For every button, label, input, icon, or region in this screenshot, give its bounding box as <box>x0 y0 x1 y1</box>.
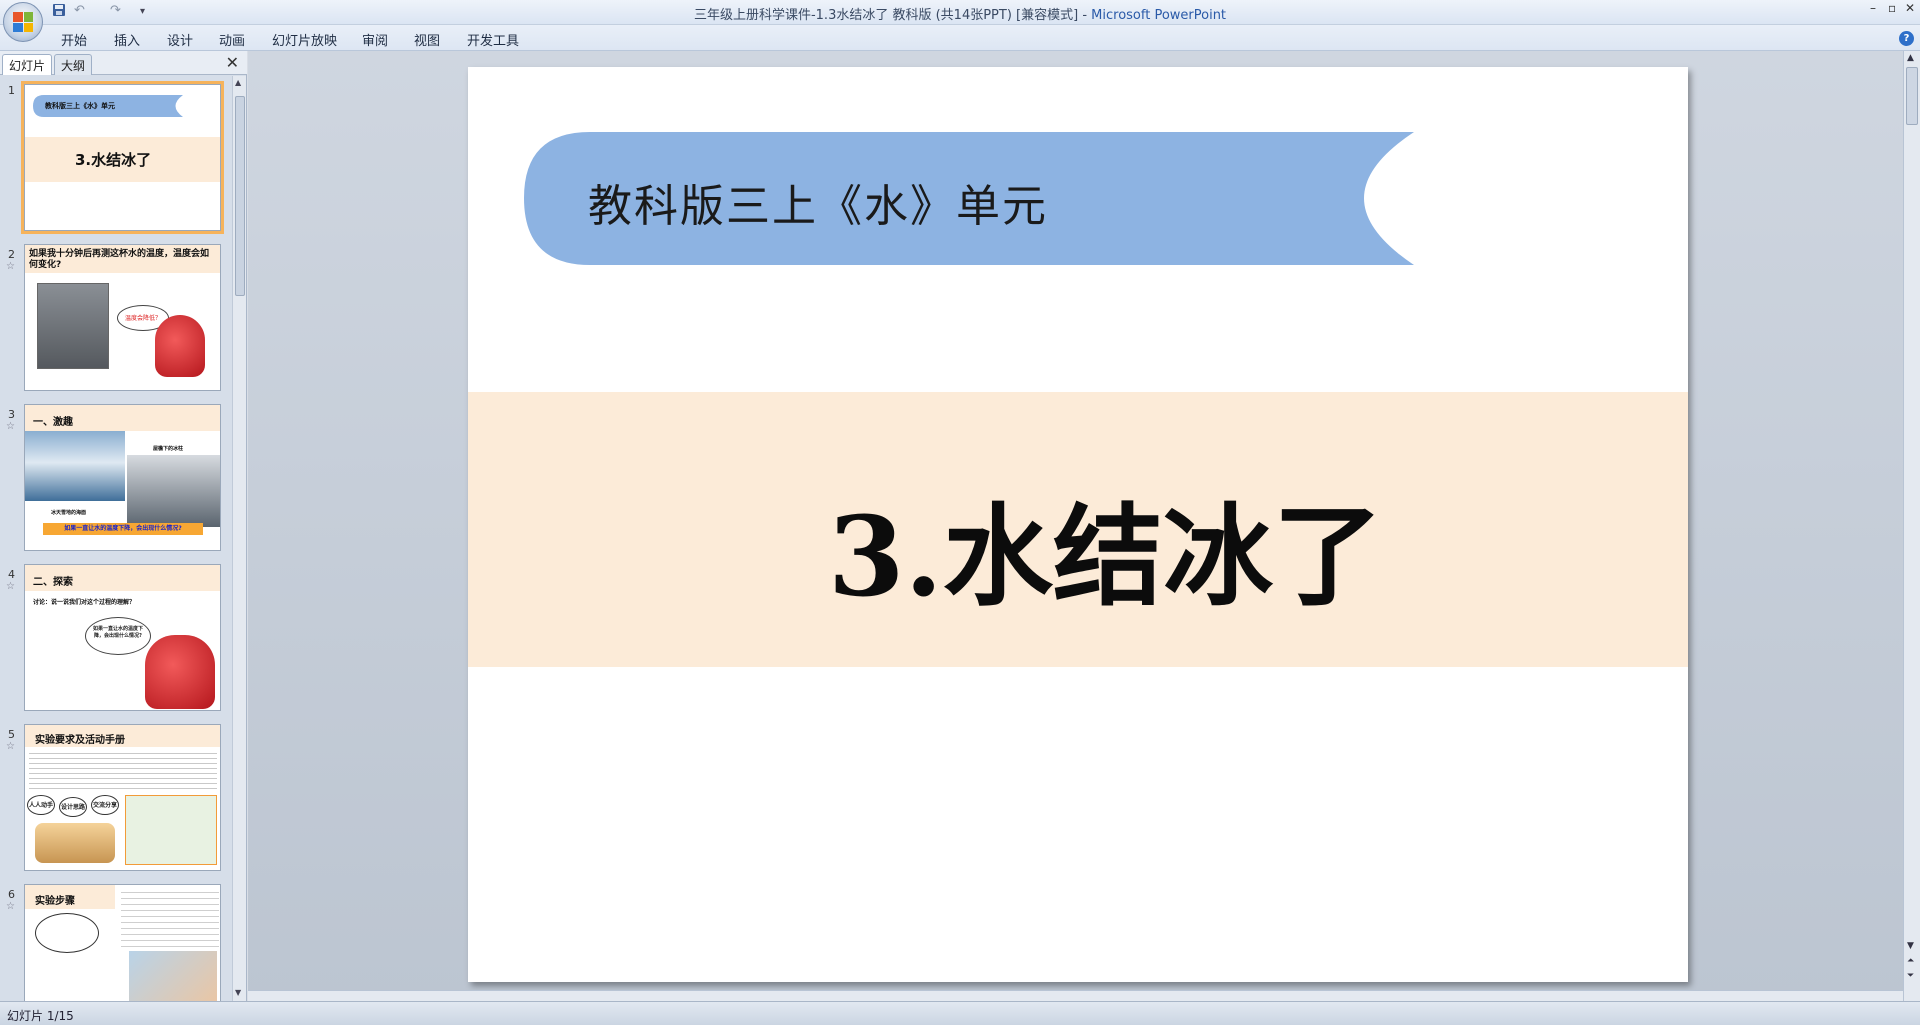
animation-star-icon: ☆ <box>6 261 15 272</box>
tab-insert[interactable]: 插入 <box>114 30 140 49</box>
speech-bubble: 设计思路 <box>59 797 87 817</box>
thumbnail-title: 实验要求及活动手册 <box>35 735 125 746</box>
document-title: 三年级上册科学课件-1.3水结冰了 教科版 (共14张PPT) [兼容模式] <box>693 8 1079 23</box>
scroll-thumb[interactable] <box>235 96 245 296</box>
sea-ice-image <box>25 431 125 501</box>
tab-view[interactable]: 视图 <box>414 30 440 49</box>
text-lines <box>29 749 217 789</box>
tab-home[interactable]: 开始 <box>61 30 87 49</box>
horizontal-scrollbar[interactable] <box>248 990 1903 1001</box>
speech-bubble: 人人动手 <box>27 795 55 815</box>
children-image <box>35 823 115 863</box>
scroll-up-icon[interactable]: ▲ <box>1907 53 1914 63</box>
office-button[interactable] <box>3 2 43 42</box>
thumbnail-subtitle: 讨论：说一说我们对这个过程的理解？ <box>33 599 136 606</box>
status-bar: 幻灯片 1/15 <box>0 1001 1920 1025</box>
thumbnail-title: 3.水结冰了 <box>75 151 152 169</box>
thumbnail-scrollbar[interactable]: ▲ ▼ <box>232 76 246 1001</box>
experiment-image <box>129 951 217 1001</box>
previous-slide-icon[interactable]: ⏶ <box>1907 956 1914 966</box>
window-title: 三年级上册科学课件-1.3水结冰了 教科版 (共14张PPT) [兼容模式] -… <box>693 8 1227 23</box>
animation-star-icon: ☆ <box>6 421 15 432</box>
tab-outline[interactable]: 大纲 <box>54 54 93 75</box>
thumbnail-title: 实验步骤 <box>35 896 75 907</box>
scroll-down-icon[interactable]: ▼ <box>1907 941 1914 951</box>
scroll-up-icon[interactable]: ▲ <box>235 78 241 87</box>
office-logo-icon <box>13 12 33 32</box>
title-bar: ↶ ↷ ▾ 三年级上册科学课件-1.3水结冰了 教科版 (共14张PPT) [兼… <box>0 0 1920 25</box>
worksheet-image <box>125 795 217 865</box>
thumbnail-slide-4[interactable]: 二、探索 讨论：说一说我们对这个过程的理解？ 如果一直让水的温度下降，会出现什么… <box>24 564 221 711</box>
slides-panel: 幻灯片 大纲 ✕ 1 教科版三上《水》单元 3.水结冰了 2 ☆ 如果我十分钟后… <box>0 51 247 1001</box>
thumbnail-title: 二、探索 <box>33 577 73 588</box>
speech-bubble <box>35 913 99 953</box>
close-icon[interactable]: ✕ <box>226 53 239 72</box>
animation-star-icon: ☆ <box>6 901 15 912</box>
thumbnail-number: 2 <box>8 248 15 261</box>
tab-developer[interactable]: 开发工具 <box>467 30 519 49</box>
speech-bubble: 交流分享 <box>91 795 119 815</box>
tab-slides[interactable]: 幻灯片 <box>2 54 53 75</box>
next-slide-icon[interactable]: ⏷ <box>1907 971 1914 981</box>
tab-slideshow[interactable]: 幻灯片放映 <box>272 30 337 49</box>
beaker-image <box>37 283 109 369</box>
image-caption: 冰天雪地的海面 <box>51 510 87 516</box>
tab-design[interactable]: 设计 <box>167 30 193 49</box>
scroll-thumb[interactable] <box>1906 67 1918 125</box>
panel-tabs: 幻灯片 大纲 ✕ <box>0 51 247 75</box>
phone-figure-image <box>155 315 205 377</box>
thumbnail-title: 一、激趣 <box>33 417 73 428</box>
tab-animations[interactable]: 动画 <box>219 30 245 49</box>
thumbnail-slide-6[interactable]: 实验步骤 <box>24 884 221 1001</box>
slide-canvas[interactable]: 教科版三上《水》单元 3.水结冰了 <box>468 67 1688 982</box>
phone-figure-image <box>145 635 215 709</box>
help-icon[interactable]: ? <box>1899 31 1914 46</box>
slide-scrollbar[interactable]: ▲ ▼ ⏶ ⏷ <box>1903 51 1920 1001</box>
banner-text[interactable]: 教科版三上《水》单元 <box>588 170 1048 234</box>
thumbnail-number: 3 <box>8 408 15 421</box>
thumbnail-slide-2[interactable]: 如果我十分钟后再测这杯水的温度，温度会如何变化? 温度会降低？ <box>24 244 221 391</box>
image-caption: 屋檐下的冰柱 <box>153 446 184 452</box>
ribbon-tabs: 开始 插入 设计 动画 幻灯片放映 审阅 视图 开发工具 ? <box>0 25 1920 51</box>
speech-bubble: 如果一直让水的温度下降，会出现什么情况? <box>85 617 151 655</box>
restore-button[interactable]: ▫ <box>1888 1 1896 15</box>
question-strip: 如果一直让水的温度下降，会出现什么情况? <box>43 523 203 535</box>
thumbnail-number: 6 <box>8 888 15 901</box>
thumbnail-list: 1 教科版三上《水》单元 3.水结冰了 2 ☆ 如果我十分钟后再测这杯水的温度，… <box>0 76 232 1001</box>
animation-star-icon: ☆ <box>6 741 15 752</box>
text-lines <box>121 887 219 947</box>
app-name: Microsoft PowerPoint <box>1091 8 1227 23</box>
thumbnail-slide-1[interactable]: 教科版三上《水》单元 3.水结冰了 <box>21 81 224 234</box>
slide-indicator: 幻灯片 1/15 <box>7 1009 74 1023</box>
thumbnail-number: 4 <box>8 568 15 581</box>
tab-review[interactable]: 审阅 <box>362 30 388 49</box>
thumbnail-number: 5 <box>8 728 15 741</box>
thumbnail-title: 如果我十分钟后再测这杯水的温度，温度会如何变化? <box>29 249 210 270</box>
minimize-button[interactable]: – <box>1870 1 1876 15</box>
scroll-down-icon[interactable]: ▼ <box>235 988 241 997</box>
slide-editor: 教科版三上《水》单元 3.水结冰了 <box>248 51 1903 1001</box>
close-window-button[interactable]: ✕ <box>1905 1 1915 15</box>
slide-title[interactable]: 3.水结冰了 <box>468 467 1688 627</box>
thumbnail-number: 1 <box>8 84 15 97</box>
thumbnail-banner-text: 教科版三上《水》单元 <box>45 102 115 110</box>
icicle-image <box>127 455 220 527</box>
animation-star-icon: ☆ <box>6 581 15 592</box>
thumbnail-slide-3[interactable]: 一、激趣 屋檐下的冰柱 冰天雪地的海面 如果一直让水的温度下降，会出现什么情况? <box>24 404 221 551</box>
thumbnail-slide-5[interactable]: 实验要求及活动手册 人人动手 设计思路 交流分享 <box>24 724 221 871</box>
